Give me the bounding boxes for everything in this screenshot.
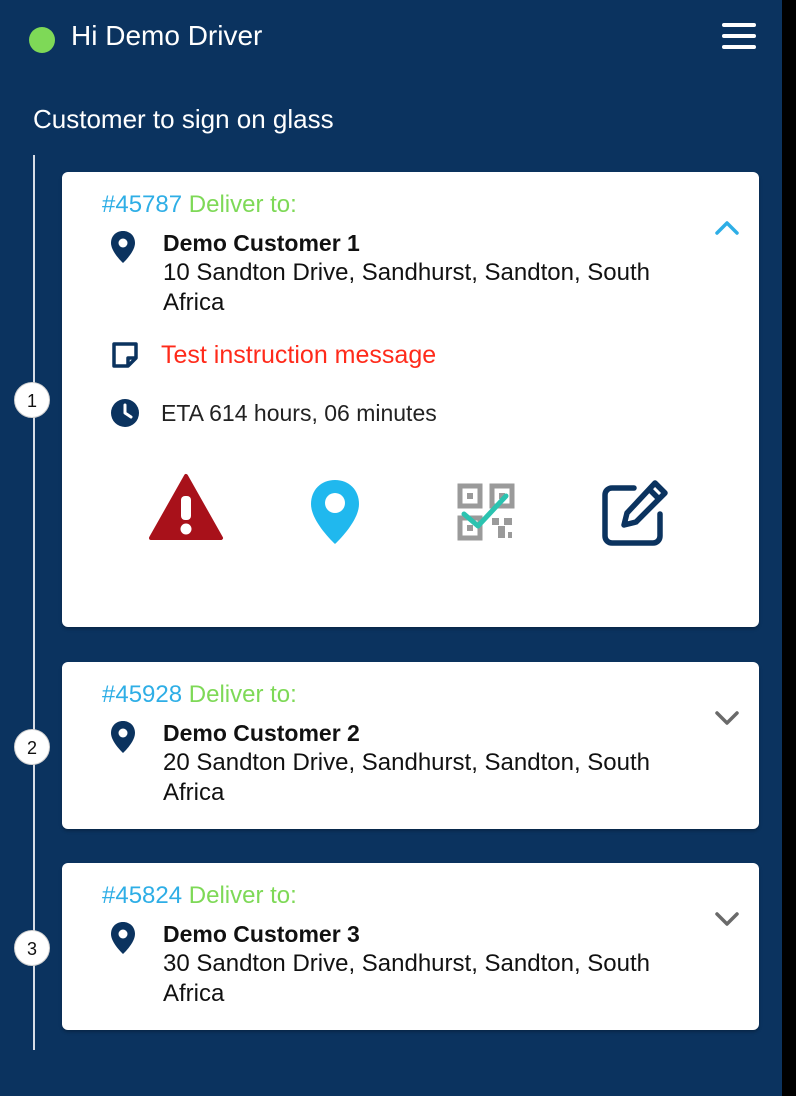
step-number-2: 2 bbox=[14, 729, 50, 765]
step-number-3: 3 bbox=[14, 930, 50, 966]
delivery-card-2[interactable]: #45928 Deliver to: Demo Customer 2 20 Sa… bbox=[62, 662, 759, 829]
location-pin-icon bbox=[110, 921, 136, 955]
app-screen: Hi Demo Driver Customer to sign on glass… bbox=[0, 0, 782, 1096]
step-number-1: 1 bbox=[14, 382, 50, 418]
instruction-message: Test instruction message bbox=[161, 341, 437, 369]
customer-name: Demo Customer 1 bbox=[163, 230, 360, 256]
collapse-chevron-up-icon[interactable] bbox=[711, 212, 743, 244]
order-id[interactable]: #45824 bbox=[102, 882, 182, 909]
eta-text: ETA 614 hours, 06 minutes bbox=[161, 400, 437, 426]
customer-name: Demo Customer 3 bbox=[163, 921, 360, 947]
report-issue-warning-icon[interactable] bbox=[148, 472, 224, 547]
card-heading: #45928 Deliver to: bbox=[102, 678, 297, 712]
deliver-to-label: Deliver to: bbox=[188, 681, 297, 708]
section-title: Customer to sign on glass bbox=[33, 104, 334, 134]
customer-name: Demo Customer 2 bbox=[163, 720, 360, 746]
greeting-text: Hi Demo Driver bbox=[71, 20, 263, 51]
card-heading: #45824 Deliver to: bbox=[102, 879, 297, 913]
app-header: Hi Demo Driver bbox=[0, 0, 782, 72]
edit-signature-icon[interactable] bbox=[600, 478, 670, 553]
deliver-to-label: Deliver to: bbox=[188, 191, 297, 218]
scan-qr-code-check-icon[interactable] bbox=[456, 482, 516, 547]
order-id[interactable]: #45787 bbox=[102, 191, 182, 218]
delivery-card-1[interactable]: #45787 Deliver to: Demo Customer 1 10 Sa… bbox=[62, 172, 759, 627]
customer-address: 10 Sandton Drive, Sandhurst, Sandton, So… bbox=[163, 259, 650, 316]
order-id[interactable]: #45928 bbox=[102, 681, 182, 708]
timeline-line bbox=[33, 155, 35, 1050]
navigate-location-pin-icon[interactable] bbox=[309, 478, 361, 551]
location-pin-icon bbox=[110, 720, 136, 754]
deliver-to-label: Deliver to: bbox=[188, 882, 297, 909]
expand-chevron-down-icon[interactable] bbox=[711, 702, 743, 734]
delivery-card-3[interactable]: #45824 Deliver to: Demo Customer 3 30 Sa… bbox=[62, 863, 759, 1030]
online-status-dot bbox=[29, 27, 55, 53]
location-pin-icon bbox=[110, 230, 136, 264]
card-heading: #45787 Deliver to: bbox=[102, 188, 297, 222]
clock-icon bbox=[110, 398, 140, 428]
customer-address: 30 Sandton Drive, Sandhurst, Sandton, So… bbox=[163, 950, 650, 1007]
hamburger-menu-icon[interactable] bbox=[718, 20, 760, 52]
expand-chevron-down-icon[interactable] bbox=[711, 903, 743, 935]
customer-address: 20 Sandton Drive, Sandhurst, Sandton, So… bbox=[163, 749, 650, 806]
note-icon bbox=[110, 340, 140, 370]
